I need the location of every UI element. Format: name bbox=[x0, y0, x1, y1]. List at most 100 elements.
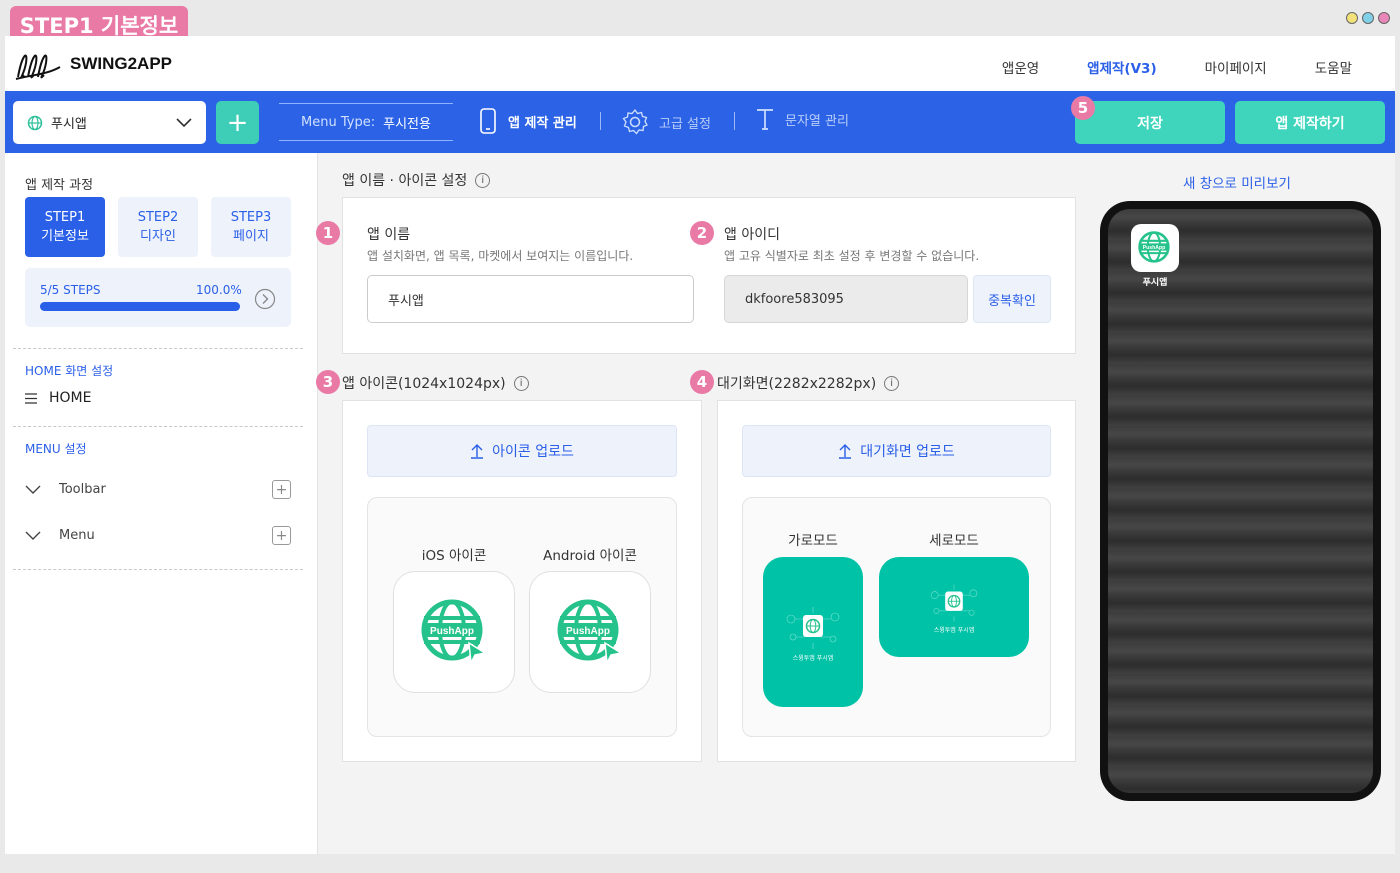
info-icon[interactable]: i bbox=[475, 172, 491, 188]
name-section-title: 앱 이름 · 아이콘 설정 i bbox=[342, 170, 491, 190]
chevron-right-circle-icon[interactable] bbox=[254, 288, 276, 310]
pushapp-logo-icon: PushApp bbox=[557, 599, 623, 666]
portrait-label: 세로모드 bbox=[929, 533, 979, 549]
menu-type[interactable]: Menu Type: 푸시전용 bbox=[279, 103, 453, 141]
pushapp-text: PushApp bbox=[1143, 245, 1166, 251]
menu-item-menu[interactable]: Menu + bbox=[25, 526, 291, 545]
landscape-label: 가로모드 bbox=[788, 533, 838, 549]
build-app-button[interactable]: 앱 제작하기 bbox=[1235, 101, 1385, 144]
phone-icon bbox=[480, 108, 496, 134]
ios-icon-preview: PushApp bbox=[393, 571, 515, 693]
logo-icon bbox=[15, 54, 61, 80]
add-icon[interactable]: + bbox=[272, 480, 291, 499]
preview-app-icon[interactable]: PushApp bbox=[1131, 224, 1179, 272]
app-manage-label: 앱 제작 관리 bbox=[508, 115, 577, 131]
progress-track bbox=[40, 302, 240, 311]
logo-text: SWING2APP bbox=[70, 54, 173, 73]
divider bbox=[13, 569, 303, 570]
menu-type-value: 푸시전용 bbox=[383, 116, 431, 132]
preview-new-window-link[interactable]: 새 창으로 미리보기 bbox=[1183, 172, 1291, 192]
step-button-2[interactable]: STEP2 디자인 bbox=[118, 197, 198, 257]
divider bbox=[13, 426, 303, 427]
icon-section-title: 앱 아이콘(1024x1024px) i bbox=[342, 373, 529, 393]
add-icon[interactable]: + bbox=[272, 526, 291, 545]
app-id-value: dkfoore583095 bbox=[745, 291, 844, 307]
icon-upload-label: 아이콘 업로드 bbox=[492, 444, 574, 460]
dot-pink bbox=[1378, 12, 1390, 24]
app-id-input[interactable]: dkfoore583095 bbox=[724, 275, 968, 323]
splash-caption: 스윙투앱 푸시앱 bbox=[933, 626, 975, 634]
step-label: STEP1 bbox=[44, 210, 86, 225]
chevron-down-icon[interactable] bbox=[25, 485, 41, 495]
gear-icon bbox=[622, 108, 648, 135]
badge-5: 5 bbox=[1071, 96, 1095, 120]
progress-box bbox=[25, 268, 291, 327]
menu-item-label: Menu bbox=[59, 528, 95, 543]
nav-app-build[interactable]: 앱제작(V3) bbox=[1087, 57, 1156, 77]
icon-upload-button[interactable]: 아이콘 업로드 bbox=[367, 425, 677, 477]
nav-mypage[interactable]: 마이페이지 bbox=[1205, 57, 1267, 77]
badge-1: 1 bbox=[316, 221, 340, 245]
splash-graphic-icon bbox=[786, 606, 840, 649]
dot-cyan bbox=[1362, 12, 1374, 24]
app-select-value: 푸시앱 bbox=[51, 117, 87, 132]
nav-help[interactable]: 도움말 bbox=[1315, 57, 1352, 77]
app-name-input[interactable]: 푸시앱 bbox=[367, 275, 694, 323]
menu-item-toolbar[interactable]: Toolbar + bbox=[25, 480, 291, 499]
menu-type-label: Menu Type: bbox=[301, 114, 376, 130]
string-manage-tab[interactable]: 문자열 관리 bbox=[755, 108, 849, 130]
android-icon-preview: PushApp bbox=[529, 571, 651, 693]
app-manage-tab[interactable]: 앱 제작 관리 bbox=[478, 108, 577, 134]
dup-check-button[interactable]: 중복확인 bbox=[973, 275, 1051, 323]
text-icon bbox=[757, 109, 773, 130]
splash-upload-label: 대기화면 업로드 bbox=[860, 444, 955, 460]
logo[interactable]: SWING2APP bbox=[14, 45, 172, 83]
divider bbox=[734, 112, 735, 130]
nav-app-operation[interactable]: 앱운영 bbox=[1002, 57, 1039, 77]
advanced-label: 고급 설정 bbox=[659, 116, 711, 132]
step-button-1[interactable]: STEP1 기본정보 bbox=[25, 197, 105, 257]
ios-icon-label: iOS 아이콘 bbox=[421, 548, 487, 564]
pushapp-logo-icon: PushApp bbox=[421, 599, 487, 666]
info-icon[interactable]: i bbox=[884, 375, 900, 391]
splash-caption: 스윙투앱 푸시앱 bbox=[792, 654, 834, 662]
icon-section-title-text: 앱 아이콘(1024x1024px) bbox=[342, 376, 506, 392]
splash-graphic-icon bbox=[930, 584, 978, 621]
android-icon-label: Android 아이콘 bbox=[543, 548, 637, 564]
upload-icon bbox=[471, 444, 484, 459]
hamburger-icon bbox=[25, 392, 37, 404]
step-label: STEP3 bbox=[230, 210, 272, 225]
app-id-label: 앱 아이디 bbox=[724, 227, 780, 243]
name-section-title-text: 앱 이름 · 아이콘 설정 bbox=[342, 173, 468, 189]
phone-screen bbox=[1108, 209, 1373, 793]
window-dots bbox=[1346, 12, 1390, 24]
home-item[interactable]: HOME bbox=[25, 390, 91, 406]
pushapp-logo-icon: PushApp bbox=[1138, 231, 1170, 263]
step-label: STEP2 bbox=[137, 210, 179, 225]
splash-upload-button[interactable]: 대기화면 업로드 bbox=[742, 425, 1051, 477]
divider bbox=[600, 112, 601, 130]
preview-app-label: 푸시앱 bbox=[1142, 278, 1168, 288]
app-name-desc: 앱 설치화면, 앱 목록, 마켓에서 보여지는 이름입니다. bbox=[367, 249, 634, 263]
step-button-3[interactable]: STEP3 페이지 bbox=[211, 197, 291, 257]
progress-fill bbox=[40, 302, 240, 311]
sidebar bbox=[5, 153, 318, 854]
home-section-label: HOME 화면 설정 bbox=[25, 364, 114, 378]
app-select[interactable]: 푸시앱 bbox=[13, 101, 206, 144]
menu-section-label: MENU 설정 bbox=[25, 442, 87, 456]
advanced-settings-tab[interactable]: 고급 설정 bbox=[621, 108, 711, 136]
add-app-button[interactable]: + bbox=[216, 101, 259, 144]
splash-section-title-text: 대기화면(2282x2282px) bbox=[717, 376, 877, 392]
chevron-down-icon bbox=[176, 117, 192, 127]
dot-yellow bbox=[1346, 12, 1358, 24]
save-button[interactable]: 저장 bbox=[1075, 101, 1225, 144]
pushapp-text: PushApp bbox=[430, 626, 474, 637]
upload-icon bbox=[839, 444, 852, 459]
globe-icon bbox=[27, 115, 43, 130]
chevron-down-icon[interactable] bbox=[25, 531, 41, 541]
info-icon[interactable]: i bbox=[513, 375, 529, 391]
step-name: 기본정보 bbox=[41, 229, 89, 244]
main-nav: 앱운영 앱제작(V3) 마이페이지 도움말 bbox=[1002, 57, 1352, 77]
badge-2: 2 bbox=[690, 221, 714, 245]
progress-label: 5/5 STEPS bbox=[40, 283, 101, 297]
